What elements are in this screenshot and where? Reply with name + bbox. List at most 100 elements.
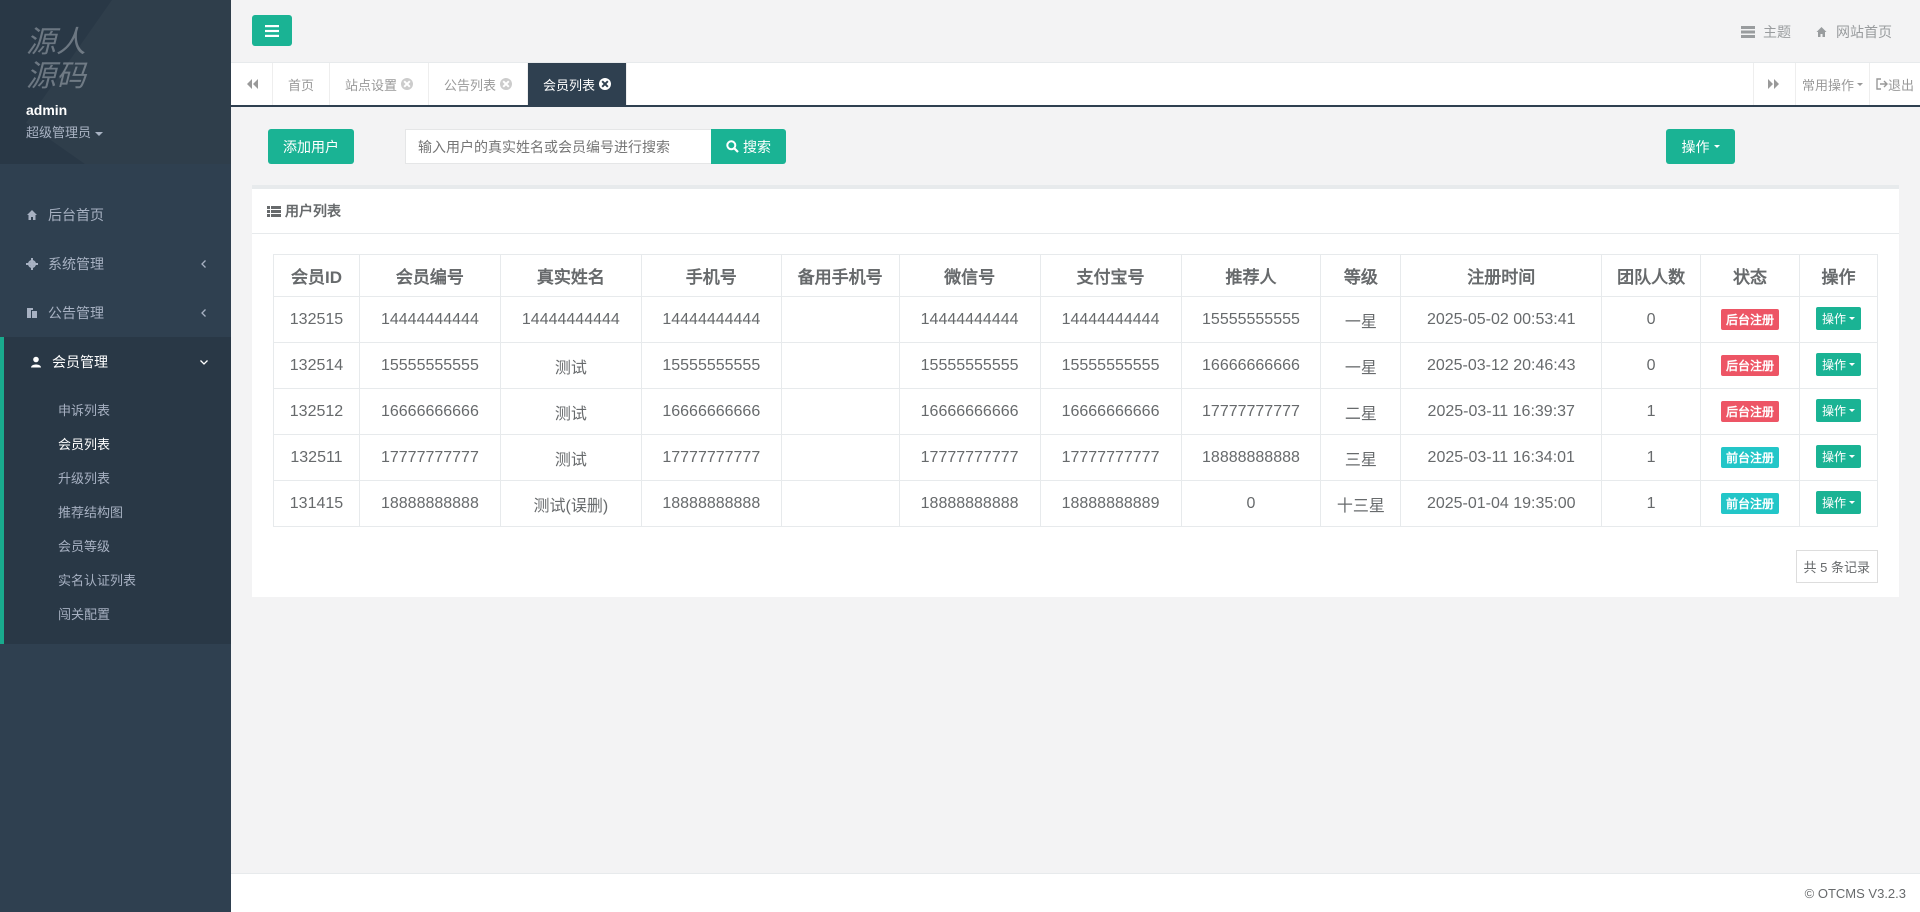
search-label: 搜索 (743, 138, 771, 155)
subnav-item-referral-tree[interactable]: 推荐结构图 (4, 496, 231, 530)
profile-role-label: 超级管理员 (26, 125, 92, 140)
top-navbar: 主题 网站首页 (231, 0, 1920, 63)
close-icon[interactable] (599, 78, 612, 90)
cell-status: 前台注册 (1700, 480, 1800, 527)
add-user-button[interactable]: 添加用户 (268, 129, 354, 164)
search-icon (726, 140, 739, 153)
cell-alipay: 14444444444 (1039, 296, 1182, 343)
row-ops-dropdown[interactable]: 操作 (1815, 398, 1861, 422)
cell-level: 一星 (1320, 342, 1402, 389)
column-header: 操作 (1798, 254, 1879, 297)
page-tabs: 首页 站点设置 公告列表 会员列表 常用操作 退出 (231, 63, 1920, 107)
status-badge: 后台注册 (1720, 309, 1779, 330)
sidebar-nav: 后台首页 系统管理 公告管理 会员管理 (0, 190, 231, 386)
row-ops-label: 操作 (1821, 311, 1846, 326)
cell-actions: 操作 (1798, 342, 1879, 389)
panel-title: 用户列表 (252, 189, 1899, 234)
cell-wx: 14444444444 (898, 296, 1041, 343)
tab-notice-list[interactable]: 公告列表 (429, 63, 529, 105)
cell-actions: 操作 (1798, 434, 1879, 481)
common-ops-dropdown[interactable]: 常用操作 (1794, 63, 1869, 105)
record-count: 共 5 条记录 (1795, 550, 1878, 583)
cell-level: 十三星 (1320, 480, 1402, 527)
column-header: 支付宝号 (1039, 254, 1182, 297)
sidebar-item-members[interactable]: 会员管理 (0, 337, 231, 386)
search-input[interactable] (405, 129, 712, 164)
close-icon[interactable] (500, 78, 513, 90)
top-links: 主题 网站首页 (1741, 22, 1892, 42)
cell-id: 132511 (273, 434, 360, 481)
profile-header: 源人源码 admin 超级管理员 (0, 0, 231, 164)
table-row: 132512 16666666666 测试 16666666666 1666666666… (273, 388, 1879, 435)
cell-phone: 18888888888 (640, 480, 782, 527)
status-badge: 后台注册 (1720, 401, 1779, 422)
cell-time: 2025-03-11 16:34:01 (1400, 434, 1603, 481)
cell-alipay: 15555555555 (1039, 342, 1182, 389)
caret-down-icon (1713, 145, 1720, 148)
cell-team: 1 (1601, 434, 1702, 481)
sidebar-item-notice[interactable]: 公告管理 (0, 288, 231, 337)
table-row: 132514 15555555555 测试 15555555555 1555555555… (273, 342, 1879, 389)
cell-ref: 17777777777 (1180, 388, 1322, 435)
profile-name: admin (26, 102, 68, 118)
cell-status: 前台注册 (1700, 434, 1800, 481)
sidebar-item-label: 后台首页 (48, 206, 104, 223)
hamburger-icon (265, 24, 279, 37)
row-ops-dropdown[interactable]: 操作 (1815, 444, 1861, 468)
caret-down-icon (1848, 454, 1855, 458)
tab-label: 站点设置 (345, 77, 398, 93)
subnav-item-member-list[interactable]: 会员列表 (4, 428, 231, 462)
cell-id: 132514 (273, 342, 360, 389)
column-header: 团队人数 (1601, 254, 1702, 297)
cell-ref: 0 (1180, 480, 1322, 527)
cell-name: 测试 (499, 342, 642, 389)
caret-down-icon (95, 131, 104, 136)
cell-alipay: 17777777777 (1039, 434, 1182, 481)
row-ops-dropdown[interactable]: 操作 (1815, 490, 1861, 514)
subnav-item-appeals[interactable]: 申诉列表 (4, 394, 231, 428)
table-row: 131415 18888888888 测试(误删) 18888888888 188888… (273, 480, 1879, 527)
row-ops-label: 操作 (1821, 403, 1846, 418)
logout-label: 退出 (1887, 77, 1914, 93)
logout-button[interactable]: 退出 (1868, 63, 1920, 105)
column-header: 手机号 (640, 254, 782, 297)
cell-alt (780, 342, 900, 389)
sign-out-icon (1876, 78, 1888, 90)
subnav-item-upgrades[interactable]: 升级列表 (4, 462, 231, 496)
site-home-link[interactable]: 网站首页 (1815, 22, 1892, 42)
caret-down-icon (1848, 316, 1855, 320)
row-ops-dropdown[interactable]: 操作 (1815, 352, 1861, 376)
subnav-item-verification[interactable]: 实名认证列表 (4, 564, 231, 598)
tab-member-list[interactable]: 会员列表 (528, 63, 628, 105)
tabs-scroll-right-button[interactable] (1752, 63, 1795, 105)
tab-home[interactable]: 首页 (273, 63, 331, 105)
column-header: 状态 (1700, 254, 1800, 297)
tab-site-settings[interactable]: 站点设置 (330, 63, 430, 105)
profile-role-dropdown[interactable]: 超级管理员 (26, 122, 231, 141)
cell-alipay: 16666666666 (1039, 388, 1182, 435)
theme-link[interactable]: 主题 (1741, 22, 1791, 42)
tab-label: 公告列表 (444, 77, 497, 93)
sidebar-item-dashboard[interactable]: 后台首页 (0, 190, 231, 239)
cell-no: 15555555555 (358, 342, 501, 389)
cell-phone: 15555555555 (640, 342, 782, 389)
menu-toggle-button[interactable] (252, 15, 292, 46)
row-ops-dropdown[interactable]: 操作 (1815, 306, 1861, 330)
subnav-item-member-levels[interactable]: 会员等级 (4, 530, 231, 564)
cell-level: 三星 (1320, 434, 1402, 481)
close-icon[interactable] (401, 78, 414, 90)
batch-ops-dropdown[interactable]: 操作 (1666, 129, 1735, 164)
sidebar-item-system[interactable]: 系统管理 (0, 239, 231, 288)
tabs-scroll-left-button[interactable] (231, 63, 273, 105)
subnav-item-challenge-config[interactable]: 闯关配置 (4, 598, 231, 632)
cell-id: 131415 (273, 480, 360, 527)
status-badge: 后台注册 (1720, 355, 1779, 376)
cell-actions: 操作 (1798, 388, 1879, 435)
column-header: 备用手机号 (780, 254, 900, 297)
cell-no: 17777777777 (358, 434, 501, 481)
tab-label: 会员列表 (543, 77, 596, 93)
cell-time: 2025-03-11 16:39:37 (1400, 388, 1603, 435)
search-button[interactable]: 搜索 (711, 129, 786, 164)
cell-wx: 17777777777 (898, 434, 1041, 481)
cell-status: 后台注册 (1700, 296, 1800, 343)
